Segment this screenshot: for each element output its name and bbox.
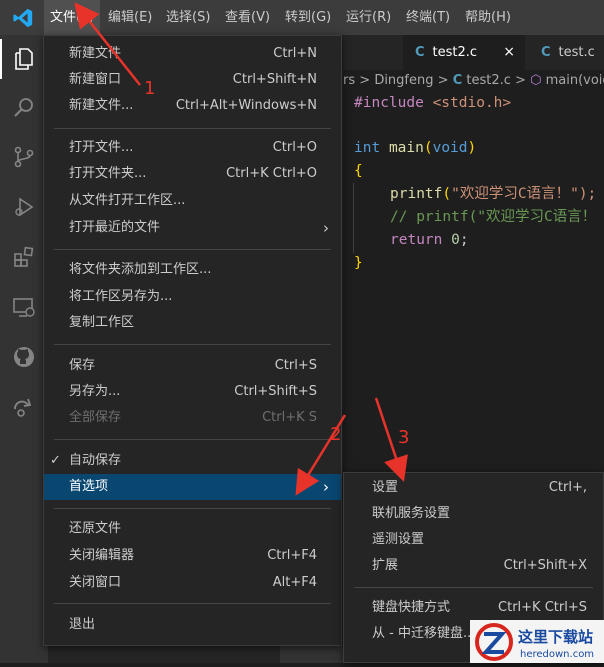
menu-item-online-services[interactable]: 联机服务设置 [344, 501, 603, 527]
source-control-icon[interactable] [12, 145, 36, 169]
run-debug-icon[interactable] [12, 195, 36, 219]
indent-guide [353, 183, 354, 253]
watermark-title: 这里下载站 [518, 628, 593, 646]
menu-item-open-recent[interactable]: 打开最近的文件 › [44, 215, 341, 241]
code-line: printf("欢迎学习C语言！"); [390, 186, 597, 202]
tab-bar: Ctest2.c × Ctest.c [343, 35, 604, 70]
close-icon[interactable]: × [503, 35, 515, 70]
menu-item-keyboard-shortcuts[interactable]: 键盘快捷方式 Ctrl+K Ctrl+S [344, 595, 603, 621]
remote-explorer-icon[interactable] [12, 295, 36, 319]
breadcrumb-item[interactable]: Dingfeng [374, 73, 433, 88]
menu-run[interactable]: 运行(R) [340, 0, 397, 35]
c-file-icon: C [541, 45, 551, 60]
menu-item-new-window[interactable]: 新建窗口 Ctrl+Shift+N [44, 67, 341, 93]
menu-separator [54, 508, 331, 509]
menu-separator [354, 587, 593, 588]
menu-terminal[interactable]: 终端(T) [400, 0, 456, 35]
breadcrumb-item[interactable]: main(void) [546, 73, 604, 88]
breadcrumb-item[interactable]: test2.c [466, 73, 511, 88]
menu-go[interactable]: 转到(G) [279, 0, 337, 35]
title-bar: 文件(F) 编辑(E) 选择(S) 查看(V) 转到(G) 运行(R) 终端(T… [0, 0, 604, 35]
code-line: int main(void) [354, 140, 477, 156]
menu-item-extensions[interactable]: 扩展 Ctrl+Shift+X [344, 553, 603, 579]
menu-separator [54, 128, 331, 129]
tab-test2[interactable]: Ctest2.c × [403, 35, 525, 70]
breadcrumb: rs > Dingfeng > C test2.c > ⬡ main(void) [343, 70, 604, 92]
menu-item-add-folder[interactable]: 将文件夹添加到工作区... [44, 257, 341, 283]
menu-item-preferences[interactable]: 首选项 › [44, 474, 341, 500]
breadcrumb-item[interactable]: rs [343, 73, 355, 88]
menu-item-open-workspace[interactable]: 从文件打开工作区... [44, 188, 341, 214]
code-line: // printf("欢迎学习C语言！ [390, 209, 597, 225]
watermark-logo: 这里下载站 heredown.com [470, 620, 604, 663]
code-line: { [354, 163, 363, 179]
menu-selection[interactable]: 选择(S) [160, 0, 216, 35]
extensions-icon[interactable] [12, 245, 36, 269]
menu-separator [54, 344, 331, 345]
menu-item-new-file[interactable]: 新建文件 Ctrl+N [44, 41, 341, 67]
menu-item-telemetry[interactable]: 遥测设置 [344, 527, 603, 553]
menu-file[interactable]: 文件(F) [44, 0, 100, 35]
code-line: #include <stdio.h> [354, 95, 512, 111]
menu-item-save-workspace-as[interactable]: 将工作区另存为... [44, 284, 341, 310]
menu-help[interactable]: 帮助(H) [459, 0, 517, 35]
menu-item-save-all: 全部保存 Ctrl+K S [69, 410, 317, 425]
menu-item-open-file[interactable]: 打开文件... Ctrl+O [44, 135, 341, 161]
vscode-logo-icon [12, 7, 34, 29]
menu-separator [54, 603, 331, 604]
symbol-method-icon: ⬡ [530, 73, 542, 88]
menu-separator [54, 439, 331, 440]
menu-item-revert-file[interactable]: 还原文件 [44, 516, 341, 542]
chevron-right-icon: › [323, 478, 329, 496]
annotation-number-1: 1 [144, 78, 156, 99]
tab-label: test2.c [432, 45, 478, 60]
panel-edge [280, 646, 343, 663]
menu-item-close-editor[interactable]: 关闭编辑器 Ctrl+F4 [44, 543, 341, 569]
menu-view[interactable]: 查看(V) [219, 0, 276, 35]
search-icon[interactable] [12, 95, 36, 119]
menu-item-close-window[interactable]: 关闭窗口 Alt+F4 [44, 570, 341, 596]
menu-item-save[interactable]: 保存 Ctrl+S [44, 353, 341, 379]
menu-item-save-as[interactable]: 另存为... Ctrl+Shift+S [44, 379, 341, 405]
activity-bar [0, 35, 48, 663]
annotation-number-2: 2 [330, 424, 342, 445]
tab-test[interactable]: Ctest.c [529, 35, 604, 70]
menu-item-settings[interactable]: 设置 Ctrl+, [344, 475, 603, 501]
chevron-right-icon: > [359, 73, 371, 88]
github-icon[interactable] [12, 345, 36, 369]
code-line: return 0; [390, 232, 469, 248]
chevron-right-icon: > [515, 73, 526, 88]
annotation-number-3: 3 [398, 427, 410, 448]
chevron-right-icon: > [437, 73, 449, 88]
menu-item-auto-save[interactable]: ✓ 自动保存 [44, 448, 341, 474]
files-icon[interactable] [0, 39, 36, 79]
menu-item-new-file-dots[interactable]: 新建文件... Ctrl+Alt+Windows+N [44, 93, 341, 119]
check-icon: ✓ [50, 453, 61, 468]
code-line: } [354, 255, 363, 271]
menu-item-exit[interactable]: 退出 [44, 612, 341, 638]
menu-edit[interactable]: 编辑(E) [102, 0, 158, 35]
c-file-icon: C [415, 45, 425, 60]
menu-separator [54, 249, 331, 250]
live-share-icon[interactable] [12, 395, 36, 419]
tab-label: test.c [558, 45, 595, 60]
file-menu: 新建文件 Ctrl+N 新建窗口 Ctrl+Shift+N 新建文件... Ctrl+… [43, 35, 342, 646]
watermark-url: heredown.com [520, 649, 594, 660]
c-file-icon: C [452, 73, 463, 88]
menu-item-open-folder[interactable]: 打开文件夹... Ctrl+K Ctrl+O [44, 161, 341, 187]
menu-item-duplicate-workspace[interactable]: 复制工作区 [44, 310, 341, 336]
chevron-right-icon: › [323, 219, 329, 237]
